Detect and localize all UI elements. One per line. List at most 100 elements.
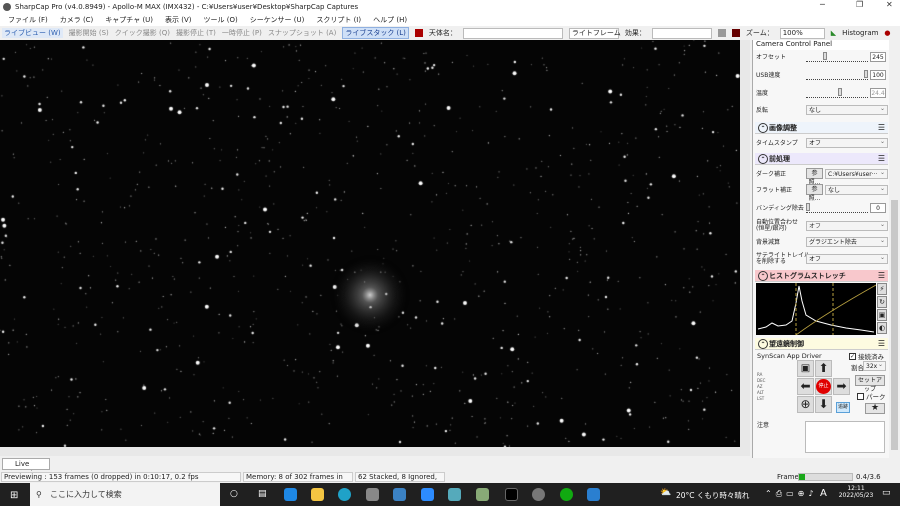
- weather-icon[interactable]: ⛅: [660, 488, 671, 498]
- weather-text[interactable]: 20°C くもり時々晴れ: [676, 490, 749, 501]
- app-icon[interactable]: [532, 488, 545, 501]
- section-title: 前処理: [769, 154, 790, 163]
- zoom-select[interactable]: 100%: [779, 27, 825, 39]
- menu-tools[interactable]: ツール (O): [204, 15, 238, 25]
- image-adjust-header[interactable]: 画像調整 ☰: [755, 122, 888, 134]
- windows-start-icon[interactable]: ⊞: [10, 490, 18, 501]
- usb-speed-value[interactable]: 100: [870, 69, 886, 80]
- auto-stretch-icon[interactable]: ⚡: [877, 283, 887, 295]
- flat-browse-button[interactable]: 参照...: [806, 184, 823, 202]
- dark-select[interactable]: C:¥Users¥user···: [825, 168, 888, 179]
- restore-button[interactable]: ❐: [856, 0, 863, 9]
- app-icon[interactable]: [560, 488, 573, 501]
- quick-capture-button[interactable]: クイック撮影 (Q): [115, 28, 170, 38]
- magnifier-icon[interactable]: ●: [884, 29, 890, 37]
- scrollbar-thumb[interactable]: [891, 200, 898, 450]
- snapshot-button[interactable]: スナップショット (A): [268, 28, 336, 38]
- grid-icon[interactable]: [717, 29, 726, 37]
- menu-icon[interactable]: ☰: [878, 123, 885, 132]
- rate-select[interactable]: 32x: [863, 360, 886, 371]
- mail-icon[interactable]: [284, 488, 297, 501]
- menu-sequencer[interactable]: シーケンサー (U): [250, 15, 305, 25]
- histogram-stretch-header[interactable]: ヒストグラムストレッチ ☰: [755, 270, 888, 282]
- photos-icon[interactable]: [587, 488, 600, 501]
- cortana-icon[interactable]: ○: [230, 489, 238, 499]
- horizontal-scrollbar[interactable]: [0, 447, 750, 456]
- panel-scrollbar[interactable]: [889, 40, 900, 458]
- app-icon[interactable]: [448, 488, 461, 501]
- histogram-button[interactable]: Histogram: [842, 29, 878, 37]
- live-view-button[interactable]: ライブビュー (W): [2, 28, 63, 38]
- preprocess-header[interactable]: 前処理 ☰: [755, 153, 888, 165]
- banding-value[interactable]: 0: [870, 202, 886, 213]
- contrast-icon[interactable]: ◐: [877, 322, 887, 334]
- menu-icon[interactable]: ☰: [878, 154, 885, 163]
- app-icon[interactable]: [366, 488, 379, 501]
- center-target-icon[interactable]: ⊕: [797, 396, 814, 413]
- setup-button[interactable]: セットアップ: [855, 375, 885, 393]
- background-subtract-select[interactable]: グラジエント除去: [806, 236, 888, 247]
- notification-icon[interactable]: ▭: [882, 488, 891, 498]
- timestamp-select[interactable]: オフ: [806, 137, 888, 148]
- dark-browse-button[interactable]: 参照...: [806, 168, 823, 186]
- reticle-icon[interactable]: [414, 29, 423, 37]
- offset-slider[interactable]: [806, 51, 868, 62]
- menu-icon[interactable]: ☰: [878, 271, 885, 280]
- task-view-icon[interactable]: ▤: [258, 489, 267, 499]
- move-south-button[interactable]: ⬇: [815, 396, 832, 413]
- save-icon[interactable]: ▣: [877, 309, 887, 321]
- move-north-button[interactable]: ⬆: [815, 360, 832, 377]
- menu-camera[interactable]: カメラ (C): [60, 15, 94, 25]
- usb-speed-slider[interactable]: [806, 69, 868, 80]
- reset-icon[interactable]: ↻: [877, 296, 887, 308]
- image-view[interactable]: [0, 40, 740, 447]
- satellite-trail-select[interactable]: オフ: [806, 253, 888, 264]
- menu-icon[interactable]: ☰: [878, 339, 885, 348]
- paint-icon[interactable]: [476, 488, 489, 501]
- frame-type-select[interactable]: ライトフレーム: [568, 27, 621, 39]
- favorites-star-button[interactable]: ★: [865, 403, 885, 414]
- connected-checkbox[interactable]: ✓: [849, 352, 856, 360]
- flip-select[interactable]: なし: [806, 104, 888, 115]
- stop-capture-button[interactable]: 撮影停止 (T): [176, 28, 216, 38]
- start-capture-button[interactable]: 撮影開始 (S): [69, 28, 109, 38]
- sharpcap-icon[interactable]: [505, 488, 518, 501]
- stop-button[interactable]: 停止: [816, 379, 831, 394]
- effect-select[interactable]: [651, 27, 712, 39]
- vertical-scrollbar[interactable]: [740, 40, 750, 447]
- taskbar-search-input[interactable]: ⚲ ここに入力して検索: [30, 483, 220, 506]
- menu-help[interactable]: ヘルプ (H): [373, 15, 407, 25]
- target-input[interactable]: [462, 27, 563, 39]
- color-icon[interactable]: [731, 29, 740, 37]
- park-checkbox[interactable]: [857, 392, 864, 400]
- tab-live-stack[interactable]: Live Stack: [2, 458, 50, 478]
- zoom-app-icon[interactable]: [421, 488, 434, 501]
- ime-indicator[interactable]: A: [820, 488, 827, 499]
- taskbar: ⊞ ⚲ ここに入力して検索 ○ ▤ ⛅ 20°C くもり時々晴れ ⌃⎙▭⊕♪ A …: [0, 483, 900, 506]
- menu-capture[interactable]: キャプチャ (U): [105, 15, 153, 25]
- move-west-button[interactable]: ⬅: [797, 378, 814, 395]
- file-explorer-icon[interactable]: [311, 488, 324, 501]
- align-select[interactable]: オフ: [806, 220, 888, 231]
- spiral-search-icon[interactable]: ▣: [797, 360, 814, 377]
- edge-icon[interactable]: [338, 488, 351, 501]
- close-button[interactable]: ✕: [886, 0, 893, 9]
- system-tray-icons[interactable]: ⌃⎙▭⊕♪: [765, 489, 817, 499]
- notes-textarea[interactable]: [805, 421, 885, 453]
- clock[interactable]: 12:11 2022/05/23: [836, 485, 876, 499]
- live-stack-button[interactable]: ライブスタック (L): [342, 27, 409, 39]
- minimize-button[interactable]: ─: [820, 0, 825, 9]
- offset-value[interactable]: 245: [870, 51, 886, 62]
- menu-file[interactable]: ファイル (F): [8, 15, 48, 25]
- tracking-button[interactable]: 追跡: [836, 402, 850, 413]
- menu-view[interactable]: 表示 (V): [165, 15, 191, 25]
- status-bar: Previewing : 153 frames (0 dropped) in 0…: [0, 471, 900, 490]
- histogram-chart[interactable]: [756, 283, 876, 335]
- flat-select[interactable]: なし: [825, 184, 888, 195]
- menu-scripting[interactable]: スクリプト (I): [316, 15, 361, 25]
- pause-button[interactable]: 一時停止 (P): [222, 28, 262, 38]
- mount-control-header[interactable]: 望遠鏡制御 ☰: [755, 338, 888, 350]
- store-icon[interactable]: [393, 488, 406, 501]
- banding-slider[interactable]: [806, 202, 868, 213]
- move-east-button[interactable]: ➡: [833, 378, 850, 395]
